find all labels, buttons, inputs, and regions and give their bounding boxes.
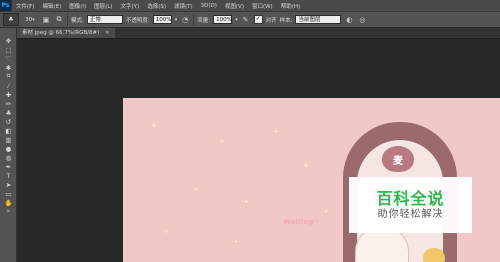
heart-badge: 麦 [382, 146, 414, 172]
zoom-tool-icon[interactable]: ⌕ [0, 207, 17, 216]
hand-tool-icon[interactable]: ✋ [0, 198, 17, 207]
menu-layer[interactable]: 图层(L) [90, 2, 116, 10]
pen-tool-icon[interactable]: ✒ [0, 162, 17, 171]
clone-source-panel-icon[interactable]: ⧉ [54, 15, 64, 25]
watermark-title: 百科全说 [376, 188, 445, 208]
marquee-tool-icon[interactable]: ⬚ [0, 45, 17, 54]
flow-label: 流量: [197, 17, 211, 24]
flow-field[interactable]: 100% [213, 15, 233, 24]
brush-panel-toggle-icon[interactable]: ▣ [41, 15, 51, 25]
photoshop-logo-icon: Ps [0, 0, 12, 11]
aligned-checkbox[interactable]: ✓ [253, 15, 263, 24]
sparkle-icon: ✦ [323, 208, 329, 216]
gradient-tool-icon[interactable]: ▥ [0, 135, 17, 144]
document-tab-bar: 素材.jpeg @ 66.7%(RGB/8#) × [17, 28, 500, 39]
sample-label: 样本: [279, 17, 293, 24]
sample-select[interactable]: 当前图层 [295, 15, 342, 24]
mode-label: 模式: [71, 17, 84, 24]
sparkle-icon: ✧ [163, 228, 169, 236]
mode-select[interactable]: 正常 [86, 15, 123, 24]
menu-edit[interactable]: 编辑(E) [38, 2, 65, 10]
dodge-tool-icon[interactable]: ◍ [0, 153, 17, 162]
menu-window[interactable]: 窗口(W) [248, 2, 277, 10]
lasso-tool-icon[interactable]: ➰ [0, 54, 17, 63]
chevron-down-icon: ▾ [32, 16, 35, 23]
watermark-subtitle: 助你轻松解决 [377, 208, 444, 220]
close-icon[interactable]: × [105, 30, 110, 36]
move-tool-icon[interactable]: ✥ [0, 36, 17, 45]
menu-type[interactable]: 文字(Y) [117, 2, 144, 10]
brush-size-picker[interactable]: 30 ▾ [22, 14, 38, 25]
opacity-chevron-icon[interactable]: ▾ [175, 17, 178, 23]
sparkle-icon: ✦ [233, 238, 239, 246]
path-select-tool-icon[interactable]: ➤ [0, 180, 17, 189]
healing-brush-tool-icon[interactable]: ✚ [0, 90, 17, 99]
menu-bar: Ps 文件(F) 编辑(E) 图像(I) 图层(L) 文字(Y) 选择(S) 滤… [0, 0, 500, 11]
sparkle-icon: ✦ [243, 198, 249, 206]
clone-stamp-icon: ♣ [8, 16, 14, 23]
toolbox: ✥ ⬚ ➰ ✱ ⌗ ⁄ ✚ ✏ ♣ ↺ ◧ ▥ ● ◍ ✒ T ➤ ▭ ✋ ⌕ [0, 28, 17, 262]
sparkle-icon: ✧ [219, 138, 225, 146]
document-tab[interactable]: 素材.jpeg @ 66.7%(RGB/8#) × [17, 28, 115, 38]
watermark-badge: 百科全说 助你轻松解决 [349, 177, 472, 233]
dog-illustration [423, 248, 445, 262]
aligned-label: 对齐 [265, 17, 277, 24]
eraser-tool-icon[interactable]: ◧ [0, 126, 17, 135]
menu-file[interactable]: 文件(F) [12, 2, 38, 10]
menu-view[interactable]: 视图(V) [221, 2, 248, 10]
brush-size-value: 30 [25, 16, 33, 23]
menu-filter[interactable]: 滤镜(T) [170, 2, 197, 10]
menu-3d[interactable]: 3D(D) [197, 3, 221, 9]
divider [67, 13, 68, 26]
tool-preset-picker[interactable]: ♣ [3, 13, 19, 26]
airbrush-icon[interactable]: ✎ [241, 15, 251, 25]
eyedropper-tool-icon[interactable]: ⁄ [0, 81, 17, 90]
brush-tool-icon[interactable]: ✏ [0, 99, 17, 108]
options-bar: ♣ 30 ▾ ▣ ⧉ 模式: 正常 不透明度: 100% ▾ ◔ 流量: 100… [0, 11, 500, 28]
document-tab-title: 素材.jpeg @ 66.7%(RGB/8#) [22, 30, 100, 36]
type-tool-icon[interactable]: T [0, 171, 17, 180]
waiting-text: Waiting··· [283, 218, 322, 226]
divider [193, 13, 195, 26]
flow-chevron-icon[interactable]: ▾ [235, 17, 238, 23]
history-brush-tool-icon[interactable]: ↺ [0, 117, 17, 126]
menu-image[interactable]: 图像(I) [65, 2, 90, 10]
opacity-field[interactable]: 100% [152, 15, 172, 24]
crop-tool-icon[interactable]: ⌗ [0, 72, 17, 81]
blur-tool-icon[interactable]: ● [0, 144, 17, 153]
sparkle-icon: ✧ [193, 186, 199, 194]
clone-stamp-tool-icon[interactable]: ♣ [0, 108, 17, 117]
ignore-adjustment-layers-icon[interactable]: ◐ [344, 15, 354, 25]
opacity-label: 不透明度: [125, 17, 150, 24]
shape-tool-icon[interactable]: ▭ [0, 189, 17, 198]
sparkle-icon: ✦ [151, 122, 157, 130]
sparkle-icon: ✦ [303, 162, 309, 170]
sparkle-icon: ✦ [273, 128, 279, 136]
menu-select[interactable]: 选择(S) [143, 2, 170, 10]
pressure-opacity-icon[interactable]: ◔ [180, 15, 190, 25]
menu-help[interactable]: 帮助(H) [277, 2, 304, 10]
pressure-size-icon[interactable]: ◎ [357, 15, 367, 25]
quick-select-tool-icon[interactable]: ✱ [0, 63, 17, 72]
